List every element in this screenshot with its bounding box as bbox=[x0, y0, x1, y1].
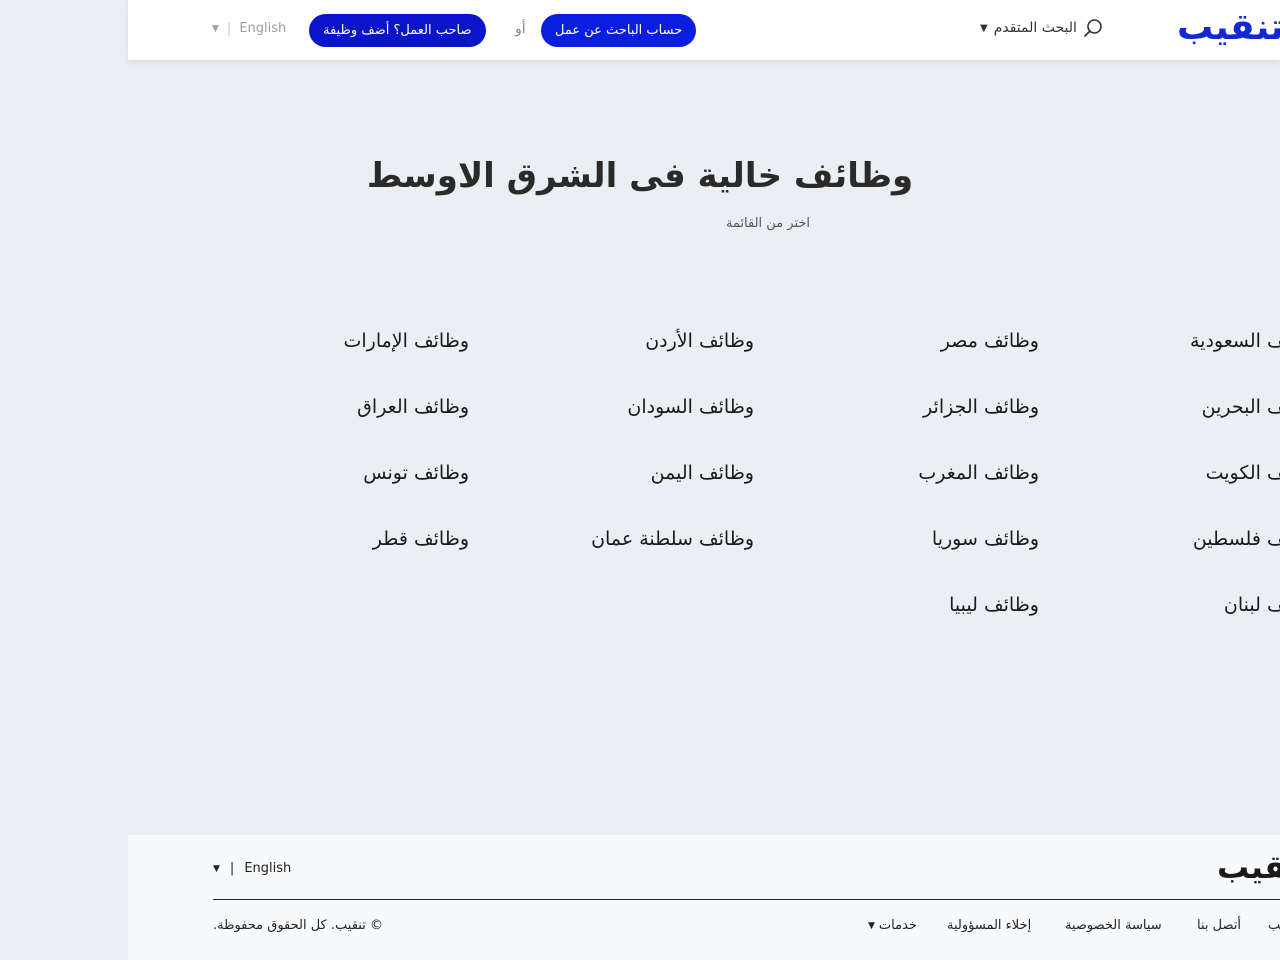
footer-language-switcher[interactable]: ▼ | English bbox=[213, 861, 291, 876]
country-link-saudi-arabia[interactable]: وظائف السعودية bbox=[1190, 327, 1280, 355]
country-link-yemen[interactable]: وظائف اليمن bbox=[651, 459, 754, 487]
copyright-text: © تنقيب. كل الحقوق محفوظة. bbox=[213, 918, 383, 933]
employer-post-job-button[interactable]: صاحب العمل؟ أضف وظيفة bbox=[309, 14, 486, 47]
footer-link-disclaimer[interactable]: إخلاء المسؤولية bbox=[947, 918, 1031, 933]
caret-down-icon: ▼ bbox=[213, 863, 220, 874]
country-link-iraq[interactable]: وظائف العراق bbox=[357, 393, 469, 421]
country-column-clipped: وظائف السعودية وظائف البحرين وظائف الكوي… bbox=[1150, 320, 1280, 640]
or-text: أو bbox=[515, 21, 526, 37]
country-link-syria[interactable]: وظائف سوريا bbox=[932, 525, 1039, 553]
caret-down-icon: ▼ bbox=[212, 23, 219, 34]
job-seeker-account-button[interactable]: حساب الباحث عن عمل bbox=[541, 14, 697, 47]
caret-down-icon: ▼ bbox=[868, 920, 875, 931]
separator: | bbox=[229, 861, 235, 876]
advanced-search-toggle[interactable]: ▼ البحث المتقدم bbox=[980, 18, 1103, 38]
site-logo[interactable]: تنقيب bbox=[1177, 6, 1280, 50]
country-link-uae[interactable]: وظائف الإمارات bbox=[343, 327, 469, 355]
country-link-qatar[interactable]: وظائف قطر bbox=[373, 525, 469, 553]
country-link-sudan[interactable]: وظائف السودان bbox=[627, 393, 754, 421]
footer-services-dropdown[interactable]: ▼ خدمات bbox=[868, 918, 917, 933]
page-subtitle: اختر من القائمة bbox=[725, 216, 811, 231]
country-link-bahrain[interactable]: وظائف البحرين bbox=[1202, 393, 1280, 421]
country-link-oman[interactable]: وظائف سلطنة عمان bbox=[591, 525, 754, 553]
footer-logo[interactable]: تنقيب bbox=[1217, 847, 1280, 887]
separator: | bbox=[226, 21, 232, 36]
top-header: تنقيب ▼ البحث المتقدم حساب الباحث عن عمل… bbox=[128, 0, 1280, 60]
country-link-lebanon[interactable]: وظائف لبنان bbox=[1224, 591, 1280, 619]
advanced-search-label: البحث المتقدم bbox=[993, 20, 1077, 36]
country-link-algeria[interactable]: وظائف الجزائر bbox=[923, 393, 1039, 421]
footer-link-contact[interactable]: أتصل بنا bbox=[1197, 918, 1241, 933]
language-label: English bbox=[239, 21, 287, 36]
language-switcher[interactable]: ▼ | English bbox=[212, 21, 286, 36]
country-link-kuwait[interactable]: وظائف الكويت bbox=[1206, 459, 1280, 487]
caret-down-icon: ▼ bbox=[980, 22, 988, 34]
country-link-palestine[interactable]: وظائف فلسطين bbox=[1193, 525, 1280, 553]
footer-link-about[interactable]: عن تنقيب bbox=[1268, 918, 1280, 933]
language-label: English bbox=[244, 861, 292, 876]
footer-link-privacy[interactable]: سياسة الخصوصية bbox=[1065, 918, 1162, 933]
services-label: خدمات bbox=[878, 918, 917, 933]
footer-divider bbox=[213, 899, 1280, 900]
site-footer: تنقيب ▼ | English عن تنقيب أتصل بنا سياس… bbox=[128, 835, 1280, 960]
country-link-morocco[interactable]: وظائف المغرب bbox=[918, 459, 1039, 487]
country-link-jordan[interactable]: وظائف الأردن bbox=[645, 327, 754, 355]
page-title: وظائف خالية فى الشرق الاوسط bbox=[366, 156, 914, 196]
country-link-libya[interactable]: وظائف ليبيا bbox=[949, 591, 1039, 619]
country-link-tunisia[interactable]: وظائف تونس bbox=[363, 459, 469, 487]
search-icon bbox=[1083, 18, 1103, 38]
country-link-egypt[interactable]: وظائف مصر bbox=[941, 327, 1039, 355]
